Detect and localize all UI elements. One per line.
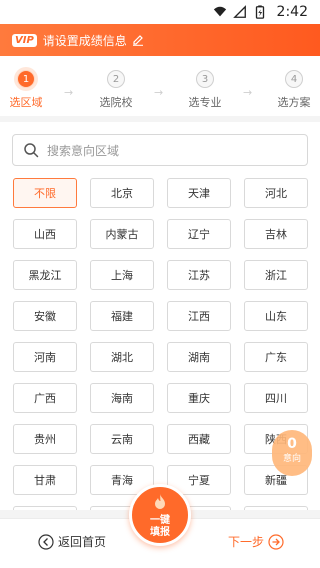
region-grid: 不限 北京 天津 河北 山西 内蒙古 辽宁 吉林 黑龙江 上海 江苏 浙江 安徽… <box>13 178 309 510</box>
step-number: 2 <box>107 70 125 88</box>
forward-arrow-icon <box>268 533 284 550</box>
flame-icon <box>155 494 165 509</box>
status-bar: 2:42 <box>0 0 320 24</box>
region-option[interactable]: 湖北 <box>90 342 154 372</box>
region-option[interactable]: 内蒙古 <box>90 219 154 249</box>
region-option[interactable]: 河北 <box>244 178 308 208</box>
region-option[interactable]: 安徽 <box>13 301 77 331</box>
region-option[interactable]: 海南 <box>90 383 154 413</box>
region-option[interactable]: 贵州 <box>13 424 77 454</box>
region-option[interactable]: 山西 <box>13 219 77 249</box>
wifi-icon <box>213 6 226 17</box>
region-option[interactable]: 北京 <box>90 178 154 208</box>
region-option[interactable]: 云南 <box>90 424 154 454</box>
region-option[interactable]: 上海 <box>90 260 154 290</box>
search-input[interactable]: 搜索意向区域 <box>12 134 308 166</box>
back-arrow-icon <box>38 533 54 550</box>
region-option[interactable]: 江西 <box>167 301 231 331</box>
step-number: 4 <box>285 70 303 88</box>
step-1[interactable]: 1 选区域 <box>0 70 56 110</box>
vip-badge: VIP <box>12 33 37 47</box>
step-number: 3 <box>196 70 214 88</box>
step-arrow: → <box>243 86 253 99</box>
back-home-label: 返回首页 <box>58 535 107 549</box>
step-arrow: → <box>64 86 74 99</box>
region-option[interactable]: 黑龙江 <box>13 260 77 290</box>
region-option[interactable]: 广西 <box>13 383 77 413</box>
region-option-unlimited[interactable]: 不限 <box>13 178 77 208</box>
one-click-fill-label: 一键填报 <box>150 515 170 538</box>
step-label: 选专业 <box>188 96 222 109</box>
set-score-info-text[interactable]: 请设置成绩信息 <box>43 32 127 49</box>
region-option[interactable]: 吉林 <box>244 219 308 249</box>
next-step-button[interactable]: 下一步 <box>228 533 284 550</box>
step-label: 选区域 <box>9 96 43 109</box>
step-label: 选方案 <box>277 96 311 109</box>
back-home-button[interactable]: 返回首页 <box>38 533 106 550</box>
step-indicator: 1 选区域 → 2 选院校 → 3 选专业 → 4 选方案 <box>0 56 320 116</box>
intent-count: 0 <box>287 436 297 452</box>
region-option[interactable]: 西藏 <box>167 424 231 454</box>
status-time: 2:42 <box>276 4 308 20</box>
region-option[interactable]: 江苏 <box>167 260 231 290</box>
region-option[interactable]: 广东 <box>244 342 308 372</box>
region-option[interactable]: 重庆 <box>167 383 231 413</box>
region-option[interactable]: 湖南 <box>167 342 231 372</box>
step-3[interactable]: 3 选专业 <box>175 70 235 110</box>
edit-icon[interactable] <box>132 34 144 46</box>
region-option[interactable]: 福建 <box>90 301 154 331</box>
search-placeholder: 搜索意向区域 <box>47 143 120 158</box>
region-option[interactable]: 四川 <box>244 383 308 413</box>
next-step-label: 下一步 <box>228 535 265 549</box>
search-icon <box>24 143 39 158</box>
battery-icon <box>255 5 264 19</box>
vip-banner[interactable]: VIP 请设置成绩信息 <box>0 24 320 56</box>
signal-icon <box>232 5 246 18</box>
region-option[interactable]: 山东 <box>244 301 308 331</box>
step-arrow: → <box>154 86 164 99</box>
step-4[interactable]: 4 选方案 <box>264 70 320 110</box>
intent-counter-button[interactable]: 0 意向 <box>272 430 312 476</box>
intent-label: 意向 <box>282 454 301 464</box>
step-label: 选院校 <box>99 96 133 109</box>
region-option[interactable]: 河南 <box>13 342 77 372</box>
region-option[interactable]: 浙江 <box>244 260 308 290</box>
region-option[interactable]: 辽宁 <box>167 219 231 249</box>
step-2[interactable]: 2 选院校 <box>86 70 146 110</box>
region-option[interactable] <box>244 506 308 510</box>
region-option[interactable] <box>13 506 77 510</box>
step-number: 1 <box>17 70 35 88</box>
one-click-fill-button[interactable]: 一键填报 <box>129 484 191 546</box>
region-option[interactable]: 甘肃 <box>13 465 77 495</box>
region-option[interactable]: 天津 <box>167 178 231 208</box>
